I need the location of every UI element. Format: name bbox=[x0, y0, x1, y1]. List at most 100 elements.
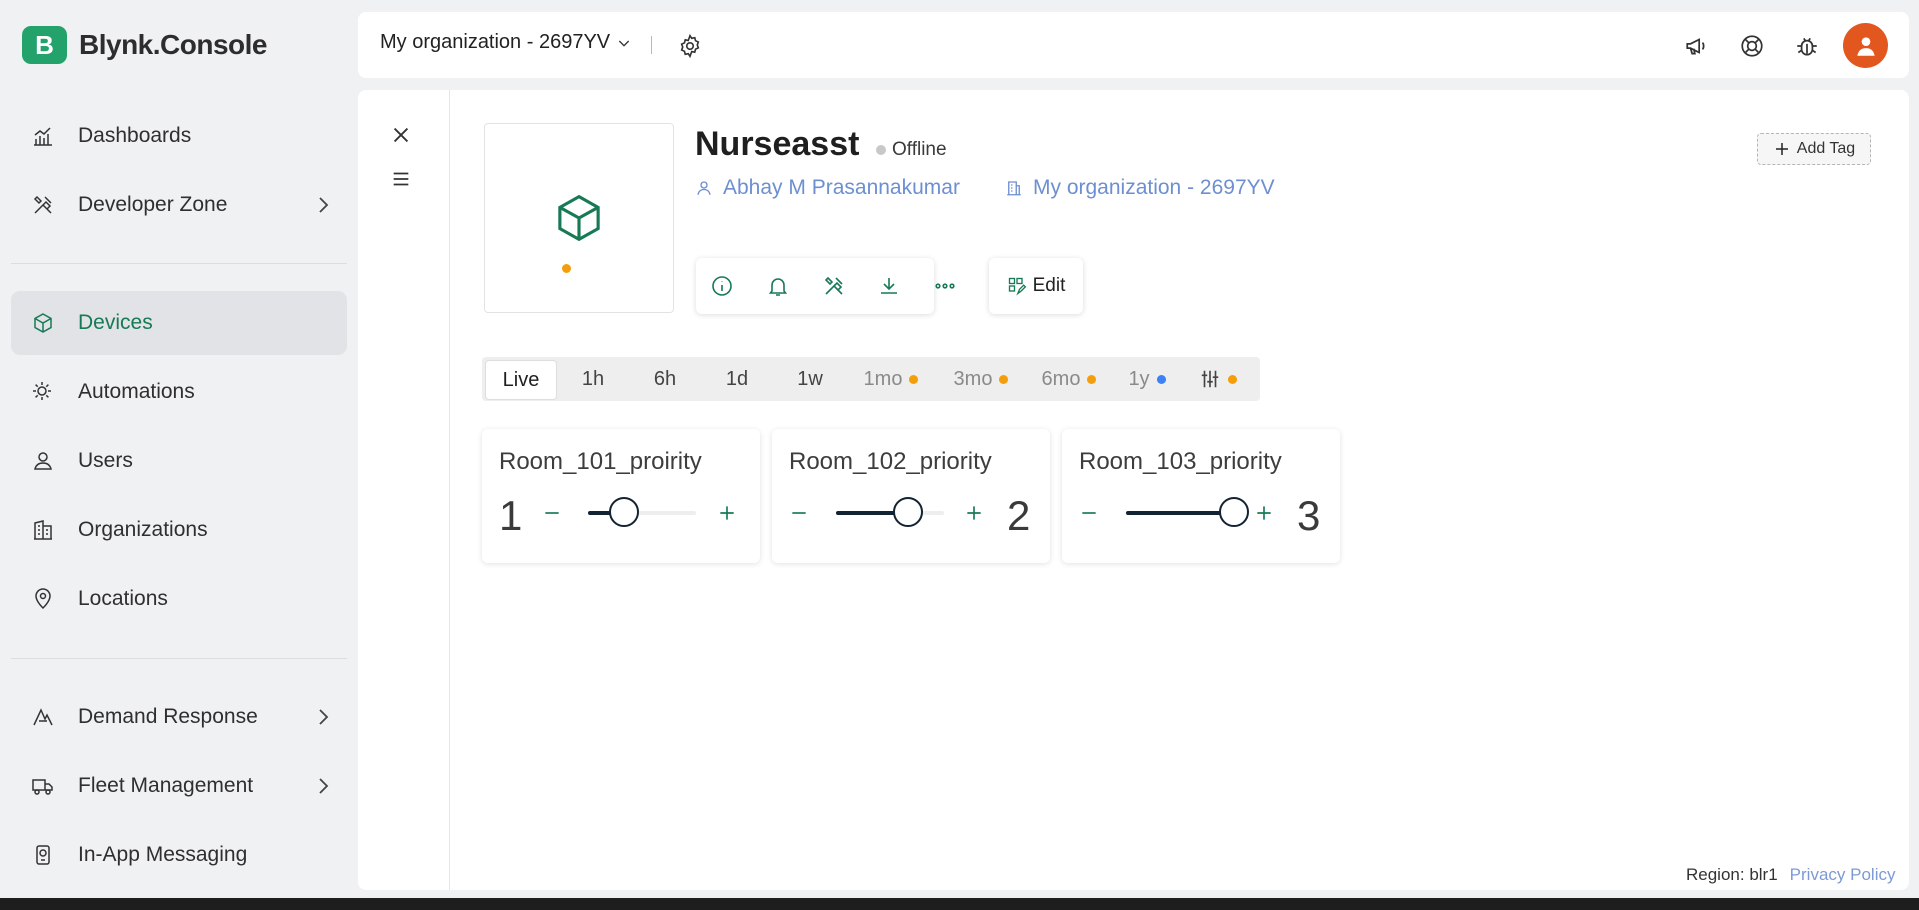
slider-thumb[interactable] bbox=[1219, 497, 1249, 527]
decrement-icon[interactable] bbox=[542, 503, 562, 523]
help-icon[interactable] bbox=[1739, 33, 1765, 59]
chevron-right-icon bbox=[319, 709, 329, 725]
developer-zone-icon bbox=[33, 195, 52, 214]
widget-title: Room_103_priority bbox=[1079, 448, 1282, 475]
increment-icon[interactable] bbox=[717, 503, 737, 523]
edit-dashboard-icon bbox=[1008, 277, 1026, 296]
device-cube-icon bbox=[558, 194, 600, 242]
device-organization-link[interactable]: My organization - 2697YV bbox=[1005, 176, 1275, 200]
custom-range-button[interactable] bbox=[1186, 360, 1250, 398]
time-range-label: 1mo bbox=[863, 367, 903, 390]
slider-thumb[interactable] bbox=[608, 497, 639, 527]
gear-icon[interactable] bbox=[677, 33, 703, 59]
slider-track[interactable] bbox=[836, 497, 944, 527]
chevron-down-icon bbox=[619, 40, 630, 47]
sidebar-item-label: Devices bbox=[78, 311, 153, 334]
more-icon[interactable] bbox=[933, 274, 957, 298]
notifications-icon[interactable] bbox=[766, 274, 790, 298]
sidebar-item-locations[interactable]: Locations bbox=[11, 567, 347, 631]
increment-icon[interactable] bbox=[964, 503, 984, 523]
locations-icon bbox=[35, 588, 51, 610]
decrement-icon[interactable] bbox=[1079, 503, 1099, 523]
time-range-label: 1w bbox=[797, 367, 823, 390]
plus-icon bbox=[1775, 143, 1788, 155]
widget-value: 3 bbox=[1297, 492, 1321, 539]
time-range-6mo[interactable]: 6mo bbox=[1028, 360, 1110, 398]
time-range-live[interactable]: Live bbox=[485, 360, 557, 400]
app-logo[interactable]: B Blynk.Console bbox=[22, 26, 267, 64]
hamburger-menu-icon[interactable] bbox=[390, 168, 412, 190]
developer-tools-icon[interactable] bbox=[822, 274, 846, 298]
privacy-policy-link[interactable]: Privacy Policy bbox=[1790, 865, 1896, 885]
time-range-1y[interactable]: 1y bbox=[1116, 360, 1178, 398]
info-icon[interactable] bbox=[710, 274, 734, 298]
bug-report-icon[interactable] bbox=[1794, 33, 1820, 59]
sidebar-divider bbox=[11, 658, 347, 659]
time-range-3mo[interactable]: 3mo bbox=[940, 360, 1022, 398]
organization-selector-label: My organization - 2697YV bbox=[380, 31, 611, 53]
device-name: Nurseasst bbox=[695, 125, 860, 163]
download-icon[interactable] bbox=[877, 274, 901, 298]
sidebar-item-devices[interactable]: Devices bbox=[11, 291, 347, 355]
widget-title: Room_101_proirity bbox=[499, 448, 702, 475]
sidebar-item-users[interactable]: Users bbox=[11, 429, 347, 493]
device-image[interactable] bbox=[484, 123, 674, 313]
sidebar-item-developer-zone[interactable]: Developer Zone bbox=[11, 173, 347, 237]
time-range-label: 6mo bbox=[1041, 367, 1081, 390]
premium-dot bbox=[909, 374, 919, 384]
users-icon bbox=[34, 452, 52, 470]
close-icon[interactable] bbox=[390, 124, 412, 146]
time-range-label: 1d bbox=[725, 367, 749, 390]
in-app-messaging-icon bbox=[36, 845, 50, 865]
top-bar-separator bbox=[651, 36, 652, 54]
status-text: Offline bbox=[892, 139, 947, 160]
sidebar-item-label: In-App Messaging bbox=[78, 843, 248, 866]
organization-selector[interactable]: My organization - 2697YV bbox=[380, 31, 632, 54]
time-range-label: Live bbox=[502, 368, 540, 391]
slider-fill bbox=[1126, 511, 1234, 515]
sidebar-divider bbox=[11, 263, 347, 264]
add-tag-button[interactable]: Add Tag bbox=[1757, 133, 1871, 165]
time-range-1h[interactable]: 1h bbox=[562, 360, 624, 398]
status-badge: Offline bbox=[876, 139, 947, 161]
user-avatar[interactable] bbox=[1843, 23, 1888, 68]
sidebar: B Blynk.Console Dashboards Developer Zon… bbox=[0, 0, 358, 898]
slider-thumb[interactable] bbox=[893, 497, 924, 527]
time-range-label: 6h bbox=[653, 367, 677, 390]
panel-side-rail bbox=[358, 90, 450, 890]
status-dot bbox=[876, 145, 886, 155]
time-range-1d[interactable]: 1d bbox=[706, 360, 768, 398]
avatar-person-icon bbox=[1856, 36, 1875, 56]
device-owner-link[interactable]: Abhay M Prasannakumar bbox=[695, 176, 960, 200]
sidebar-item-fleet-management[interactable]: Fleet Management bbox=[11, 754, 347, 818]
slider-track[interactable] bbox=[1126, 497, 1249, 527]
sidebar-item-dashboards[interactable]: Dashboards bbox=[11, 104, 347, 168]
increment-icon[interactable] bbox=[1254, 503, 1274, 523]
time-range-label: 1y bbox=[1128, 367, 1150, 390]
time-range-1w[interactable]: 1w bbox=[779, 360, 841, 398]
top-bar: My organization - 2697YV bbox=[358, 12, 1909, 78]
widget-value: 1 bbox=[499, 492, 523, 539]
app-title: Blynk.Console bbox=[79, 29, 267, 60]
sidebar-item-in-app-messaging[interactable]: In-App Messaging bbox=[11, 823, 347, 887]
sidebar-item-label: Demand Response bbox=[78, 705, 258, 728]
decrement-icon[interactable] bbox=[789, 503, 809, 523]
sidebar-item-label: Developer Zone bbox=[78, 193, 228, 216]
time-range-6h[interactable]: 6h bbox=[634, 360, 696, 398]
organizations-icon bbox=[34, 520, 52, 540]
sidebar-item-demand-response[interactable]: Demand Response bbox=[11, 685, 347, 749]
edit-button[interactable]: Edit bbox=[989, 258, 1083, 314]
announcements-icon[interactable] bbox=[1684, 33, 1710, 59]
user-icon bbox=[697, 181, 711, 195]
blynk-logo-icon: B bbox=[22, 26, 67, 64]
dashboards-icon bbox=[34, 127, 52, 146]
widget-title: Room_102_priority bbox=[789, 448, 992, 475]
time-range-label: 3mo bbox=[953, 367, 993, 390]
sidebar-item-automations[interactable]: Automations bbox=[11, 360, 347, 424]
automations-icon bbox=[33, 382, 51, 400]
fleet-management-icon bbox=[32, 779, 53, 795]
sidebar-item-organizations[interactable]: Organizations bbox=[11, 498, 347, 562]
chevron-right-icon bbox=[319, 197, 329, 213]
slider-track[interactable] bbox=[588, 497, 696, 527]
time-range-1mo[interactable]: 1mo bbox=[850, 360, 932, 398]
